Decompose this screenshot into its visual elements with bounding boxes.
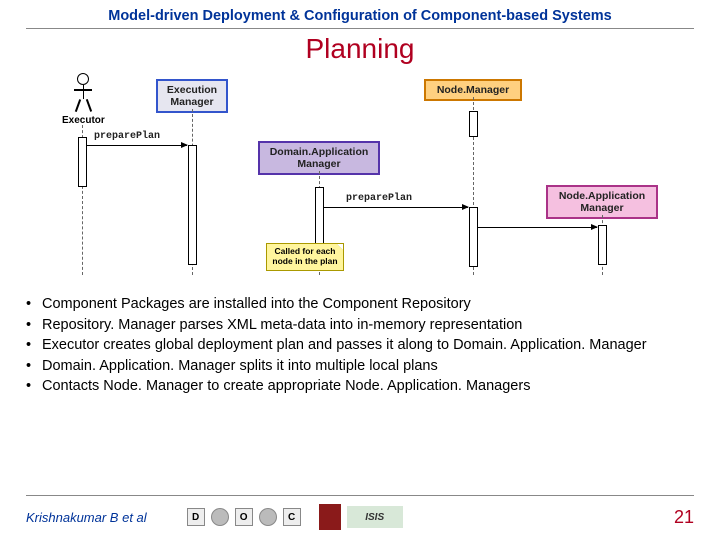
bullet-item: Executor creates global deployment plan … xyxy=(24,336,690,356)
activation-bar xyxy=(469,207,478,267)
bullet-list: Component Packages are installed into th… xyxy=(24,295,690,397)
activation-bar xyxy=(188,145,197,265)
logo-isis: ISIS xyxy=(347,506,403,528)
bullet-item: Contacts Node. Manager to create appropr… xyxy=(24,377,690,397)
message-label: preparePlan xyxy=(94,131,160,142)
object-domain-app-manager: Domain.Application Manager xyxy=(258,141,380,175)
slide-title: Planning xyxy=(0,33,720,65)
logo-circle-icon xyxy=(211,508,229,526)
logo-letter: C xyxy=(283,508,301,526)
diagram-note: Called for each node in the plan xyxy=(266,243,344,271)
activation-bar xyxy=(598,225,607,265)
message-arrow xyxy=(478,227,597,228)
message-arrow xyxy=(87,145,187,146)
footer-author: Krishnakumar B et al xyxy=(26,510,147,525)
logo-shield-icon xyxy=(319,504,341,530)
slide-number: 21 xyxy=(674,507,694,528)
footer-logos: D O C ISIS xyxy=(187,504,403,530)
slide-footer: Krishnakumar B et al D O C ISIS 21 xyxy=(26,495,694,530)
bullet-item: Domain. Application. Manager splits it i… xyxy=(24,357,690,377)
bullet-item: Component Packages are installed into th… xyxy=(24,295,690,315)
logo-letter: O xyxy=(235,508,253,526)
sequence-diagram: Executor Execution Manager Domain.Applic… xyxy=(26,67,694,287)
message-label: preparePlan xyxy=(346,193,412,204)
logo-letter: D xyxy=(187,508,205,526)
actor-executor: Executor xyxy=(62,73,105,126)
activation-bar xyxy=(469,111,478,137)
actor-label: Executor xyxy=(62,115,105,126)
object-execution-manager: Execution Manager xyxy=(156,79,228,113)
slide-header: Model-driven Deployment & Configuration … xyxy=(26,0,694,29)
message-arrow xyxy=(324,207,468,208)
logo-circle-icon xyxy=(259,508,277,526)
object-node-app-manager: Node.Application Manager xyxy=(546,185,658,219)
activation-bar xyxy=(78,137,87,187)
bullet-item: Repository. Manager parses XML meta-data… xyxy=(24,316,690,336)
